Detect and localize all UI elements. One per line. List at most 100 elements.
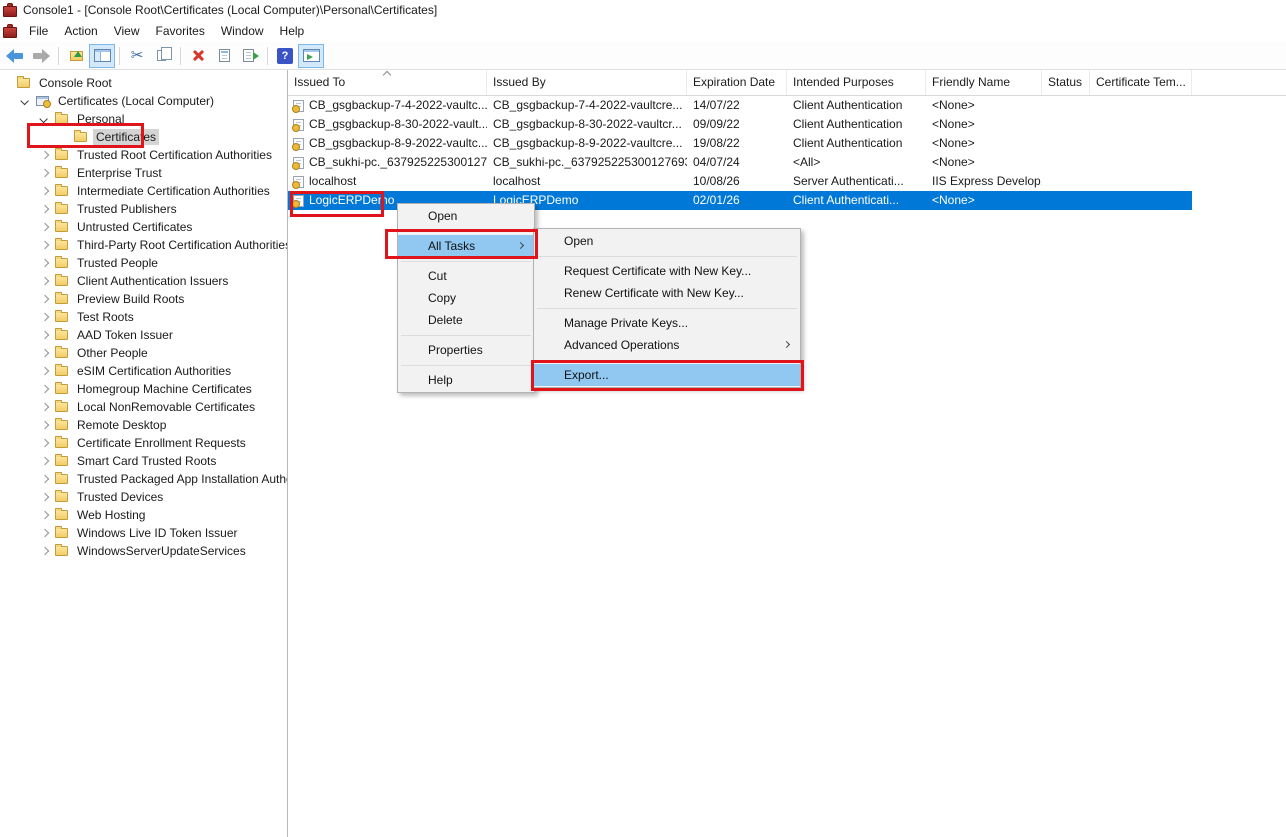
chevron-collapsed-icon[interactable] [41, 439, 49, 447]
column-header-friendly-name[interactable]: Friendly Name [926, 70, 1042, 95]
chevron-collapsed-icon[interactable] [41, 169, 49, 177]
tree-item-console-root[interactable]: Console Root [0, 74, 287, 92]
menu-file[interactable]: File [21, 21, 56, 41]
chevron-collapsed-icon[interactable] [41, 457, 49, 465]
tree-item-preview-build-roots[interactable]: Preview Build Roots [0, 290, 287, 308]
tree-item-intermediate-certification-authorities[interactable]: Intermediate Certification Authorities [0, 182, 287, 200]
context-menu: Open All Tasks CutCopyDelete Properties Help [397, 203, 535, 393]
menu-favorites[interactable]: Favorites [148, 21, 213, 41]
tree-item-local-nonremovable-certificates[interactable]: Local NonRemovable Certificates [0, 398, 287, 416]
chevron-collapsed-icon[interactable] [41, 529, 49, 537]
certificate-row-cb-gsgbackup-7-4-2022-vaultc[interactable]: CB_gsgbackup-7-4-2022-vaultc...CB_gsgbac… [288, 96, 1192, 115]
chevron-collapsed-icon[interactable] [41, 151, 49, 159]
submenu-item-manage-private-keys[interactable]: Manage Private Keys... [534, 312, 800, 334]
chevron-collapsed-icon[interactable] [41, 187, 49, 195]
column-header-certificate-tem[interactable]: Certificate Tem... [1090, 70, 1192, 95]
chevron-expanded-icon[interactable] [39, 115, 47, 123]
chevron-collapsed-icon[interactable] [41, 295, 49, 303]
tree-item-personal[interactable]: Personal [0, 110, 287, 128]
tree-item-web-hosting[interactable]: Web Hosting [0, 506, 287, 524]
tree-item-certificates[interactable]: Certificates [0, 128, 287, 146]
tree-item-aad-token-issuer[interactable]: AAD Token Issuer [0, 326, 287, 344]
cell-text: 09/09/22 [693, 117, 740, 131]
submenu-item-export[interactable]: Export... [534, 364, 800, 386]
chevron-collapsed-icon[interactable] [41, 385, 49, 393]
cell-friendly-name: <None> [926, 96, 1042, 115]
tree-item-trusted-people[interactable]: Trusted People [0, 254, 287, 272]
tree-item-trusted-publishers[interactable]: Trusted Publishers [0, 200, 287, 218]
show-action-pane-button[interactable] [298, 44, 324, 68]
certificate-row-cb-sukhi-pc-637925225300127[interactable]: CB_sukhi-pc._637925225300127...CB_sukhi-… [288, 153, 1192, 172]
context-menu-item-open[interactable]: Open [398, 205, 534, 227]
submenu-item-advanced-operations[interactable]: Advanced Operations [534, 334, 800, 356]
chevron-collapsed-icon[interactable] [41, 493, 49, 501]
chevron-collapsed-icon[interactable] [41, 349, 49, 357]
tree-item-homegroup-machine-certificates[interactable]: Homegroup Machine Certificates [0, 380, 287, 398]
column-header-issued-by[interactable]: Issued By [487, 70, 687, 95]
tree-item-trusted-packaged-app-installation-authorit[interactable]: Trusted Packaged App Installation Author… [0, 470, 287, 488]
column-header-expiration-date[interactable]: Expiration Date [687, 70, 787, 95]
certificate-row-cb-gsgbackup-8-30-2022-vault[interactable]: CB_gsgbackup-8-30-2022-vault...CB_gsgbac… [288, 115, 1192, 134]
certificate-row-cb-gsgbackup-8-9-2022-vaultc[interactable]: CB_gsgbackup-8-9-2022-vaultc...CB_gsgbac… [288, 134, 1192, 153]
context-menu-item-copy[interactable]: Copy [398, 287, 534, 309]
copy-button[interactable] [150, 44, 176, 68]
show-console-tree-button[interactable] [89, 44, 115, 68]
menu-view[interactable]: View [106, 21, 148, 41]
chevron-collapsed-icon[interactable] [41, 277, 49, 285]
tree-item-windowsserverupdateservices[interactable]: WindowsServerUpdateServices [0, 542, 287, 560]
menu-help[interactable]: Help [272, 21, 313, 41]
chevron-expanded-icon[interactable] [20, 97, 28, 105]
export-list-button[interactable] [237, 44, 263, 68]
tree-item-other-people[interactable]: Other People [0, 344, 287, 362]
tree-item-third-party-root-certification-authorities[interactable]: Third-Party Root Certification Authoriti… [0, 236, 287, 254]
up-one-level-button[interactable] [63, 44, 89, 68]
context-menu-item-properties[interactable]: Properties [398, 339, 534, 361]
chevron-collapsed-icon[interactable] [41, 313, 49, 321]
tree-item-esim-certification-authorities[interactable]: eSIM Certification Authorities [0, 362, 287, 380]
folder-icon [55, 150, 68, 160]
context-menu-item-delete[interactable]: Delete [398, 309, 534, 331]
delete-button[interactable] [185, 44, 211, 68]
tree-item-trusted-devices[interactable]: Trusted Devices [0, 488, 287, 506]
chevron-collapsed-icon[interactable] [41, 421, 49, 429]
column-header-intended-purposes[interactable]: Intended Purposes [787, 70, 926, 95]
tree-item-trusted-root-certification-authorities[interactable]: Trusted Root Certification Authorities [0, 146, 287, 164]
console-window-icon[interactable] [3, 27, 17, 38]
cell-status [1042, 172, 1090, 191]
tree-item-certificates-local-computer[interactable]: Certificates (Local Computer) [0, 92, 287, 110]
properties-button[interactable] [211, 44, 237, 68]
tree-item-untrusted-certificates[interactable]: Untrusted Certificates [0, 218, 287, 236]
context-menu-item-help[interactable]: Help [398, 369, 534, 391]
chevron-collapsed-icon[interactable] [41, 367, 49, 375]
tree-item-windows-live-id-token-issuer[interactable]: Windows Live ID Token Issuer [0, 524, 287, 542]
menu-action[interactable]: Action [56, 21, 105, 41]
certificate-row-localhost[interactable]: localhostlocalhost10/08/26Server Authent… [288, 172, 1192, 191]
chevron-collapsed-icon[interactable] [41, 403, 49, 411]
help-button[interactable] [272, 44, 298, 68]
column-header-status[interactable]: Status [1042, 70, 1090, 95]
tree-item-certificate-enrollment-requests[interactable]: Certificate Enrollment Requests [0, 434, 287, 452]
chevron-collapsed-icon[interactable] [41, 205, 49, 213]
tree-item-client-authentication-issuers[interactable]: Client Authentication Issuers [0, 272, 287, 290]
chevron-collapsed-icon[interactable] [41, 223, 49, 231]
tree-item-smart-card-trusted-roots[interactable]: Smart Card Trusted Roots [0, 452, 287, 470]
chevron-collapsed-icon[interactable] [41, 547, 49, 555]
submenu-item-open[interactable]: Open [534, 230, 800, 252]
submenu-item-renew-certificate-with-new-key[interactable]: Renew Certificate with New Key... [534, 282, 800, 304]
cut-button[interactable] [124, 44, 150, 68]
chevron-collapsed-icon[interactable] [41, 241, 49, 249]
forward-arrow-button[interactable] [28, 44, 54, 68]
chevron-collapsed-icon[interactable] [41, 511, 49, 519]
submenu-item-request-certificate-with-new-key[interactable]: Request Certificate with New Key... [534, 260, 800, 282]
chevron-collapsed-icon[interactable] [41, 475, 49, 483]
tree-item-remote-desktop[interactable]: Remote Desktop [0, 416, 287, 434]
context-menu-item-all-tasks[interactable]: All Tasks [398, 235, 534, 257]
tree-item-test-roots[interactable]: Test Roots [0, 308, 287, 326]
tree-item-enterprise-trust[interactable]: Enterprise Trust [0, 164, 287, 182]
cell-intended-purposes: Server Authenticati... [787, 172, 926, 191]
back-arrow-button[interactable] [2, 44, 28, 68]
menu-window[interactable]: Window [213, 21, 272, 41]
chevron-collapsed-icon[interactable] [41, 259, 49, 267]
chevron-collapsed-icon[interactable] [41, 331, 49, 339]
context-menu-item-cut[interactable]: Cut [398, 265, 534, 287]
